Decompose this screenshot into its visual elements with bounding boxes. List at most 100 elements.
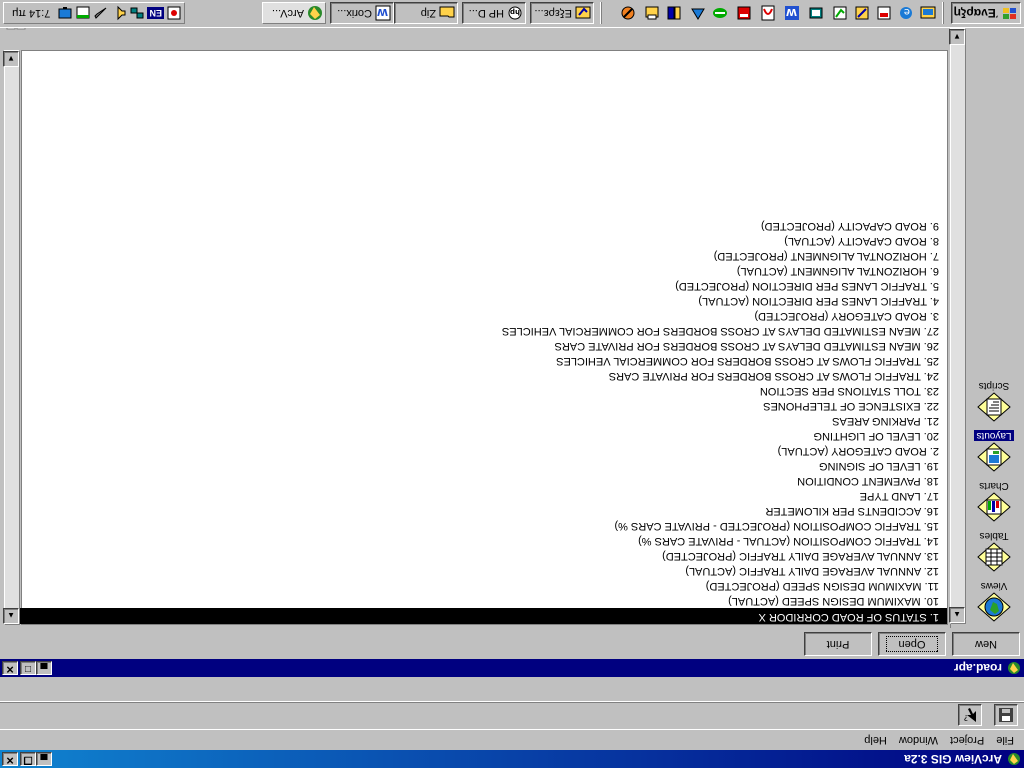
sidebar-item-tables[interactable]: Tables bbox=[968, 526, 1020, 572]
close-button[interactable]: ✕ bbox=[2, 752, 18, 766]
document-list: 1. STATUS OF ROAD CORRIDOR X 10. MAXIMUM … bbox=[20, 218, 947, 624]
tray-scheduler-icon[interactable] bbox=[75, 5, 91, 21]
document-list-item[interactable]: 18. PAVEMENT CONDITION bbox=[20, 473, 947, 488]
project-title-bar[interactable]: road.apr ▄ □ ✕ bbox=[0, 659, 1024, 677]
document-list-item[interactable]: 4. TRAFFIC LANES PER DIRECTION (ACTUAL) bbox=[20, 293, 947, 308]
quicklaunch-app-4[interactable] bbox=[806, 3, 826, 23]
document-list-item[interactable]: 5. TRAFFIC LANES PER DIRECTION (PROJECTE… bbox=[20, 278, 947, 293]
quicklaunch-app-6[interactable] bbox=[710, 3, 730, 23]
document-list-item[interactable]: 15. TRAFFIC COMPOSITION (PROJECTED - PRI… bbox=[20, 518, 947, 533]
arrow-down-icon: ▼ bbox=[953, 32, 961, 42]
quicklaunch-word[interactable]: W bbox=[782, 3, 802, 23]
language-indicator[interactable]: EN bbox=[147, 7, 164, 19]
document-list-item[interactable]: 22. EXISTENCE OF TELEPHONES bbox=[20, 398, 947, 413]
document-list-item[interactable]: 8. ROAD CAPACITY (ACTUAL) bbox=[20, 233, 947, 248]
new-button[interactable]: New bbox=[952, 632, 1020, 656]
sidebar-label-charts: Charts bbox=[979, 480, 1009, 491]
app-title: ArcView GIS 3.2a bbox=[904, 752, 1002, 766]
project-minimize-button[interactable]: ▄ bbox=[36, 661, 52, 675]
document-list-item[interactable]: 1. STATUS OF ROAD CORRIDOR X bbox=[20, 608, 947, 624]
document-list-item[interactable]: 6. HORIZONTAL ALIGNMENT (ACTUAL) bbox=[20, 263, 947, 278]
maximize-button[interactable]: ❐ bbox=[20, 752, 36, 766]
folder-icon bbox=[439, 6, 455, 18]
document-list-item[interactable]: 10. MAXIMUM DESIGN SPEED (ACTUAL) bbox=[20, 593, 947, 608]
quicklaunch-ie[interactable]: e bbox=[896, 3, 916, 23]
tool-bar: ? bbox=[0, 702, 1024, 730]
menu-window[interactable]: Window bbox=[893, 734, 944, 746]
task-button-word[interactable]: W Corix... bbox=[330, 2, 394, 24]
task-button-zip[interactable]: Zip bbox=[394, 2, 458, 24]
menu-help[interactable]: Help bbox=[858, 734, 893, 746]
scroll-down-arrow[interactable]: ▼ bbox=[949, 29, 965, 45]
menu-file[interactable]: File bbox=[990, 734, 1020, 746]
list-scroll-down-arrow[interactable]: ▼ bbox=[3, 51, 19, 67]
tray-monitor-icon[interactable] bbox=[57, 5, 73, 21]
document-list-item[interactable]: 17. LAND TYPE bbox=[20, 488, 947, 503]
task-button-arcview[interactable]: ArcV... bbox=[262, 2, 326, 24]
document-list-item[interactable]: 20. LEVEL OF LIGHTING bbox=[20, 428, 947, 443]
tray-tool-icon[interactable] bbox=[93, 5, 109, 21]
project-close-button[interactable]: ✕ bbox=[2, 661, 18, 675]
quicklaunch-app-9[interactable] bbox=[642, 3, 662, 23]
document-list-item[interactable]: 12. ANNUAL AVERAGE DAILY TRAFFIC (ACTUAL… bbox=[20, 563, 947, 578]
list-scroll-up-arrow[interactable]: ▲ bbox=[3, 608, 19, 624]
application-icon bbox=[691, 8, 705, 20]
app-title-bar[interactable]: ArcView GIS 3.2a ▄ ❐ ✕ bbox=[0, 750, 1024, 768]
quicklaunch-app-2[interactable] bbox=[852, 3, 872, 23]
save-project-button[interactable] bbox=[994, 704, 1018, 726]
sidebar-scrollbar[interactable]: ▲ ▼ bbox=[949, 28, 966, 624]
explorer-icon bbox=[575, 6, 591, 19]
minimize-icon: ▄ bbox=[40, 754, 48, 765]
document-list-item[interactable]: 13. ANNUAL AVERAGE DAILY TRAFFIC (PROJEC… bbox=[20, 548, 947, 563]
volume-icon[interactable] bbox=[111, 5, 127, 21]
document-list-item[interactable]: 21. PARKING AREAS bbox=[20, 413, 947, 428]
list-scrollbar[interactable]: ▲ ▼ bbox=[3, 50, 20, 625]
quicklaunch-app-1[interactable] bbox=[874, 3, 894, 23]
document-list-item[interactable]: 27. MEAN ESTIMATED DELAYS AT CROSS BORDE… bbox=[20, 323, 947, 338]
document-list-item[interactable]: 25. TRAFFIC FLOWS AT CROSS BORDERS FOR C… bbox=[20, 353, 947, 368]
document-list-item[interactable]: 26. MEAN ESTIMATED DELAYS AT CROSS BORDE… bbox=[20, 338, 947, 353]
document-list-item[interactable]: 23. TOLL STATIONS PER SECTION bbox=[20, 383, 947, 398]
application-icon bbox=[667, 6, 681, 20]
sidebar-item-layouts[interactable]: Layouts bbox=[968, 426, 1020, 472]
document-list-item[interactable]: 11. MAXIMUM DESIGN SPEED (PROJECTED) bbox=[20, 578, 947, 593]
document-list-item[interactable]: 16. ACCIDENTS PER KILOMETER bbox=[20, 503, 947, 518]
task-button-hp[interactable]: hp HP D... bbox=[462, 2, 526, 24]
quicklaunch-app-10[interactable] bbox=[618, 3, 638, 23]
quicklaunch-acrobat[interactable] bbox=[758, 3, 778, 23]
document-list-pane[interactable]: 1. STATUS OF ROAD CORRIDOR X 10. MAXIMUM … bbox=[20, 50, 948, 625]
document-list-item[interactable]: 3. ROAD CATEGORY (PROJECTED) bbox=[20, 308, 947, 323]
document-list-item[interactable]: 24. TRAFFIC FLOWS AT CROSS BORDERS FOR P… bbox=[20, 368, 947, 383]
quicklaunch-explorer[interactable] bbox=[918, 3, 938, 23]
help-pointer-button[interactable]: ? bbox=[958, 704, 982, 726]
document-list-item[interactable]: 7. HORIZONTAL ALIGNMENT (PROJECTED) bbox=[20, 248, 947, 263]
windows-logo-icon bbox=[1003, 8, 1016, 19]
document-list-item[interactable]: 19. LEVEL OF SIGNING bbox=[20, 458, 947, 473]
document-list-item[interactable]: 14. TRAFFIC COMPOSITION (ACTUAL - PRIVAT… bbox=[20, 533, 947, 548]
tray-app-icon[interactable] bbox=[166, 5, 182, 21]
quicklaunch-app-5[interactable] bbox=[734, 3, 754, 23]
quicklaunch-app-8[interactable] bbox=[664, 3, 684, 23]
restore-icon: ❐ bbox=[23, 754, 33, 765]
document-list-item[interactable]: 9. ROAD CAPACITY (PROJECTED) bbox=[20, 218, 947, 233]
sidebar-item-views[interactable]: Views bbox=[968, 576, 1020, 622]
print-button[interactable]: Print bbox=[804, 632, 872, 656]
minimize-button[interactable]: ▄ bbox=[36, 752, 52, 766]
task-button-explorer[interactable]: Εξερε... bbox=[530, 2, 594, 24]
clock[interactable]: 7:14 πμ bbox=[12, 7, 50, 19]
document-list-item[interactable]: 2. ROAD CATEGORY (ACTUAL) bbox=[20, 443, 947, 458]
start-button[interactable]: Έναρξη bbox=[951, 2, 1021, 24]
sidebar-item-charts[interactable]: Charts bbox=[968, 476, 1020, 522]
project-maximize-button[interactable]: □ bbox=[20, 661, 36, 675]
network-icon[interactable] bbox=[129, 5, 145, 21]
quicklaunch-app-7[interactable] bbox=[688, 3, 708, 23]
open-button[interactable]: Open bbox=[878, 632, 946, 656]
sidebar-label-layouts: Layouts bbox=[974, 430, 1014, 441]
scroll-up-arrow[interactable]: ▲ bbox=[949, 607, 965, 623]
quicklaunch-app-3[interactable] bbox=[830, 3, 850, 23]
menu-project[interactable]: Project bbox=[944, 734, 990, 746]
task-label: Εξερε... bbox=[534, 7, 573, 19]
minimize-icon: ▄ bbox=[40, 663, 48, 674]
sidebar-item-scripts[interactable]: Scripts bbox=[968, 376, 1020, 422]
sidebar-label-views: Views bbox=[980, 580, 1008, 591]
